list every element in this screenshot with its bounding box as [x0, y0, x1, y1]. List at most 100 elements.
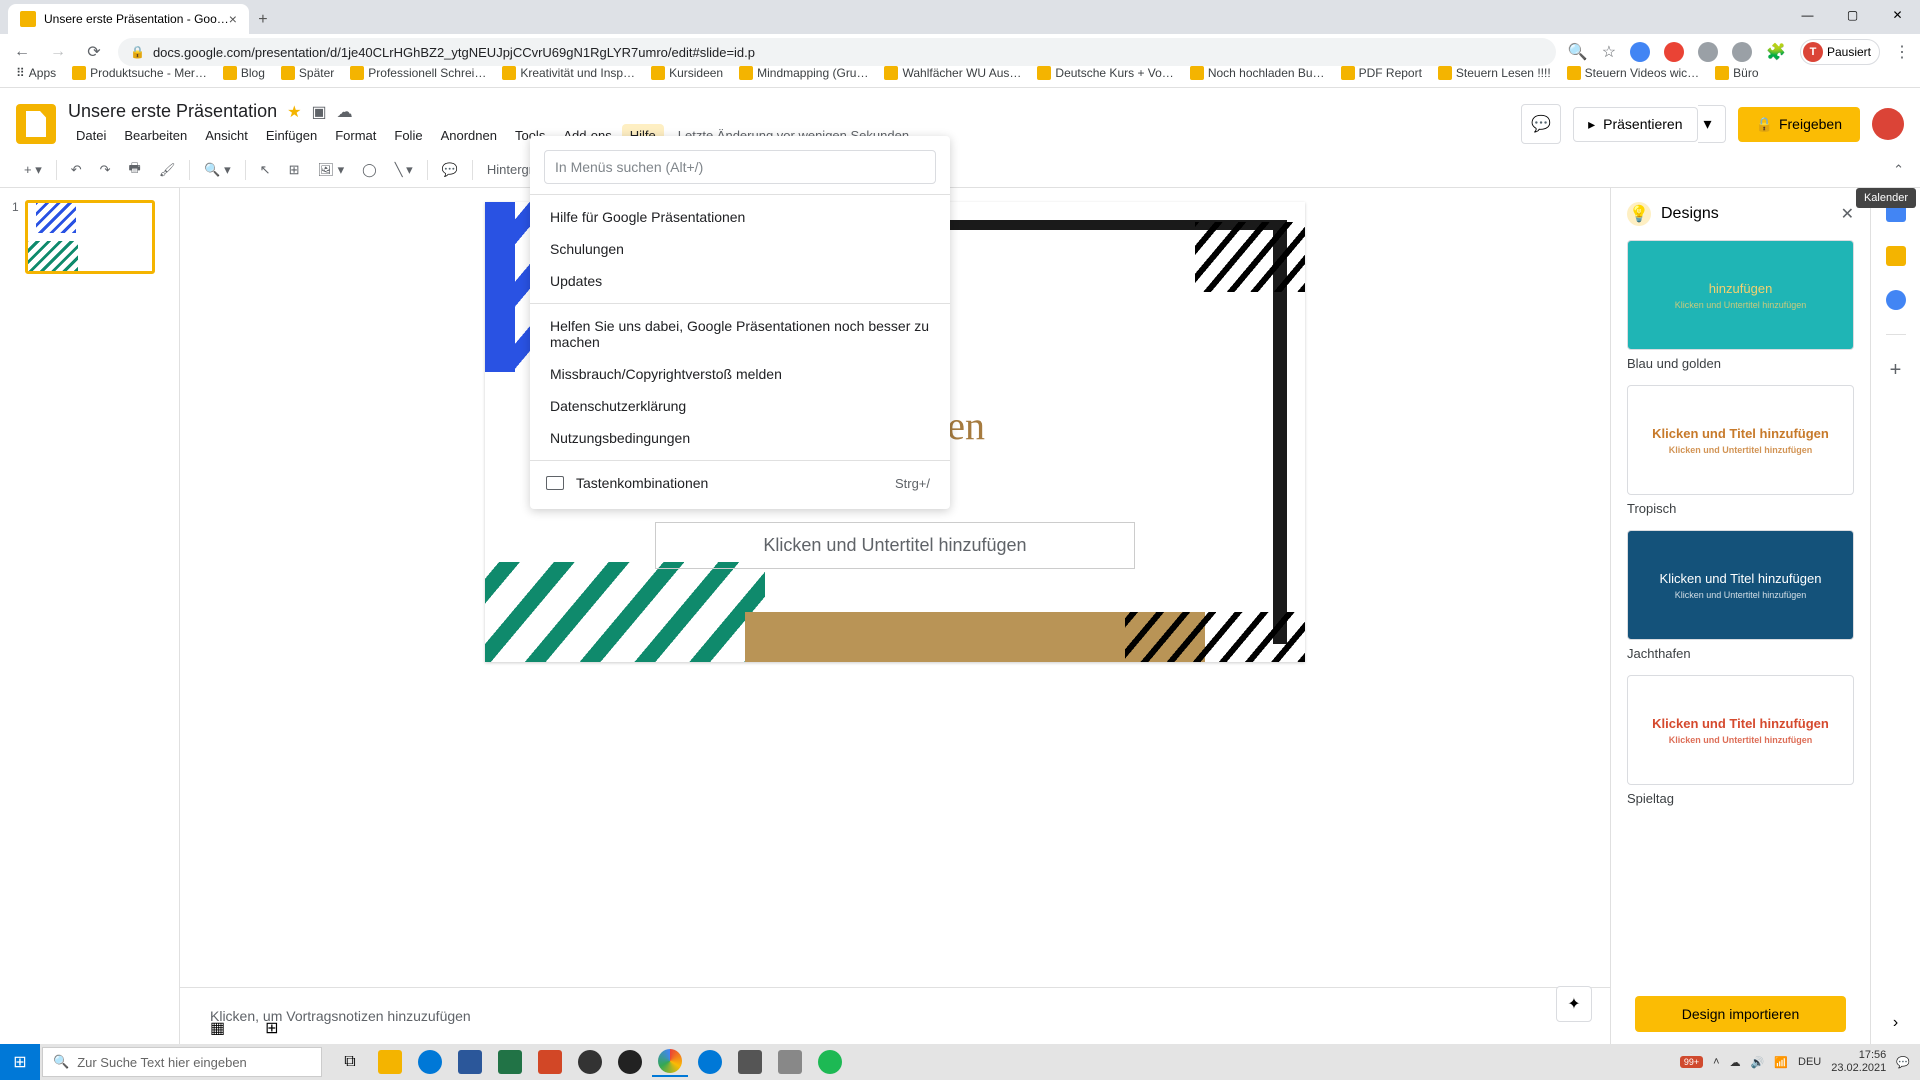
share-button[interactable]: 🔒Freigeben	[1738, 107, 1860, 142]
redo-button[interactable]: ↷	[92, 156, 119, 184]
taskbar-obs[interactable]	[612, 1047, 648, 1077]
bookmark-item[interactable]: Später	[275, 62, 340, 84]
line-tool[interactable]: ╲ ▾	[387, 156, 421, 184]
menu-file[interactable]: Datei	[68, 124, 114, 147]
extension-icon[interactable]	[1664, 42, 1684, 62]
comments-button[interactable]: 💬	[1521, 104, 1561, 144]
tab-close-icon[interactable]: ×	[229, 11, 237, 27]
bookmark-item[interactable]: Noch hochladen Bu…	[1184, 62, 1331, 84]
bookmark-item[interactable]: Deutsche Kurs + Vo…	[1031, 62, 1179, 84]
explore-button[interactable]: ✦	[1556, 986, 1592, 1022]
browser-tab[interactable]: Unsere erste Präsentation - Goo… ×	[8, 4, 249, 34]
menu-view[interactable]: Ansicht	[197, 124, 256, 147]
tray-wifi-icon[interactable]: 📶	[1774, 1056, 1788, 1069]
tray-notifications-icon[interactable]: 💬	[1896, 1056, 1910, 1069]
menu-arrange[interactable]: Anordnen	[433, 124, 505, 147]
bookmark-item[interactable]: Blog	[217, 62, 271, 84]
extensions-puzzle-icon[interactable]: 🧩	[1766, 42, 1786, 62]
print-button[interactable]: 🖶	[121, 153, 149, 187]
taskbar-edge[interactable]	[412, 1047, 448, 1077]
bookmark-item[interactable]: Steuern Videos wic…	[1561, 62, 1706, 84]
profile-button[interactable]: T Pausiert	[1800, 39, 1880, 65]
bookmark-item[interactable]: Büro	[1709, 62, 1764, 84]
bookmark-item[interactable]: Professionell Schrei…	[344, 62, 492, 84]
extension-icon[interactable]	[1698, 42, 1718, 62]
tray-volume-icon[interactable]: 🔊	[1751, 1056, 1765, 1069]
tray-chevron-icon[interactable]: ˄	[1713, 1056, 1719, 1068]
taskbar-powerpoint[interactable]	[532, 1047, 568, 1077]
filmstrip-view-icon[interactable]: ▦	[210, 1018, 225, 1038]
present-button[interactable]: ▸Präsentieren	[1573, 107, 1697, 142]
present-dropdown[interactable]: ▾	[1698, 105, 1726, 143]
slide-subtitle-placeholder[interactable]: Klicken und Untertitel hinzufügen	[655, 522, 1135, 569]
taskbar-spotify[interactable]	[812, 1047, 848, 1077]
zoom-button[interactable]: 🔍 ▾	[196, 156, 238, 184]
taskbar-word[interactable]	[452, 1047, 488, 1077]
grid-view-icon[interactable]: ⊞	[265, 1018, 278, 1038]
textbox-tool[interactable]: ⊞	[281, 156, 308, 184]
menu-slide[interactable]: Folie	[386, 124, 430, 147]
select-tool[interactable]: ↖	[252, 156, 279, 184]
taskbar-chrome[interactable]	[652, 1047, 688, 1077]
bookmark-item[interactable]: Kreativität und Insp…	[496, 62, 641, 84]
menu-search-input[interactable]: In Menüs suchen (Alt+/)	[544, 150, 936, 184]
tray-language[interactable]: DEU	[1798, 1056, 1821, 1068]
back-button[interactable]: ←	[10, 40, 34, 64]
window-maximize-icon[interactable]: ▢	[1830, 0, 1875, 30]
bookmark-item[interactable]: Kursideen	[645, 62, 729, 84]
collapse-toolbar-icon[interactable]: ⌃	[1893, 162, 1904, 178]
zoom-icon[interactable]: 🔍	[1568, 42, 1588, 62]
help-feedback[interactable]: Helfen Sie uns dabei, Google Präsentatio…	[530, 310, 950, 358]
bookmark-star-icon[interactable]: ☆	[1602, 42, 1616, 62]
help-slides-help[interactable]: Hilfe für Google Präsentationen	[530, 201, 950, 233]
add-addon-icon[interactable]: +	[1890, 359, 1902, 382]
bookmark-item[interactable]: Mindmapping (Gru…	[733, 62, 874, 84]
tasks-icon[interactable]	[1886, 290, 1906, 310]
windows-search-input[interactable]: 🔍 Zur Suche Text hier eingeben	[42, 1047, 322, 1077]
design-option[interactable]: hinzufügen Klicken und Untertitel hinzuf…	[1627, 240, 1854, 371]
account-avatar[interactable]	[1872, 108, 1904, 140]
window-close-icon[interactable]: ✕	[1875, 0, 1920, 30]
help-terms[interactable]: Nutzungsbedingungen	[530, 422, 950, 454]
taskbar-explorer[interactable]	[372, 1047, 408, 1077]
hide-sidepanel-icon[interactable]: ›	[1893, 1014, 1898, 1032]
bookmark-item[interactable]: Steuern Lesen !!!!	[1432, 62, 1557, 84]
forward-button[interactable]: →	[46, 40, 70, 64]
help-report-abuse[interactable]: Missbrauch/Copyrightverstoß melden	[530, 358, 950, 390]
move-icon[interactable]: ▣	[311, 102, 326, 122]
tray-notif-badge[interactable]: 99+	[1680, 1056, 1703, 1068]
help-training[interactable]: Schulungen	[530, 233, 950, 265]
menu-format[interactable]: Format	[327, 124, 384, 147]
paint-format-button[interactable]: 🖌	[151, 156, 184, 184]
doc-title[interactable]: Unsere erste Präsentation	[68, 101, 277, 122]
bookmark-apps[interactable]: ⠿Apps	[10, 62, 62, 84]
slides-logo-icon[interactable]	[16, 104, 56, 144]
taskbar-app[interactable]	[572, 1047, 608, 1077]
extension-icon[interactable]	[1732, 42, 1752, 62]
tray-onedrive-icon[interactable]: ☁	[1730, 1056, 1741, 1069]
cloud-saved-icon[interactable]: ☁	[337, 102, 353, 122]
comment-tool[interactable]: 💬	[434, 156, 466, 184]
taskbar-excel[interactable]	[492, 1047, 528, 1077]
bookmark-item[interactable]: PDF Report	[1335, 62, 1428, 84]
design-option[interactable]: Klicken und Titel hinzufügen Klicken und…	[1627, 385, 1854, 516]
tray-clock[interactable]: 17:56 23.02.2021	[1831, 1049, 1886, 1075]
window-minimize-icon[interactable]: —	[1785, 0, 1830, 30]
design-option[interactable]: Klicken und Titel hinzufügen Klicken und…	[1627, 675, 1854, 806]
reload-button[interactable]: ⟳	[82, 40, 106, 64]
help-keyboard-shortcuts[interactable]: Tastenkombinationen Strg+/	[530, 467, 950, 499]
help-privacy[interactable]: Datenschutzerklärung	[530, 390, 950, 422]
new-slide-button[interactable]: + ▾	[16, 156, 50, 184]
taskbar-app[interactable]	[732, 1047, 768, 1077]
image-tool[interactable]: 🖼 ▾	[309, 156, 352, 184]
menu-insert[interactable]: Einfügen	[258, 124, 325, 147]
import-design-button[interactable]: Design importieren	[1635, 996, 1846, 1032]
keep-icon[interactable]	[1886, 246, 1906, 266]
undo-button[interactable]: ↶	[63, 156, 90, 184]
taskbar-edge2[interactable]	[692, 1047, 728, 1077]
taskbar-app[interactable]	[772, 1047, 808, 1077]
new-tab-button[interactable]: +	[249, 6, 277, 34]
star-icon[interactable]: ★	[287, 102, 301, 122]
help-updates[interactable]: Updates	[530, 265, 950, 297]
bookmark-item[interactable]: Produktsuche - Mer…	[66, 62, 213, 84]
